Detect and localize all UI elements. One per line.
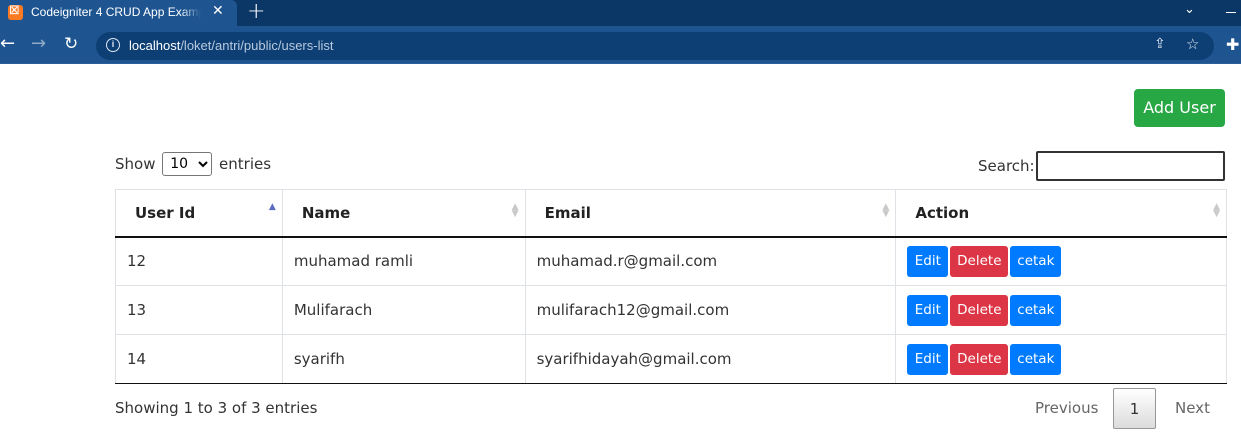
edit-button[interactable]: Edit: [907, 245, 949, 277]
forward-arrow-icon[interactable]: →: [31, 33, 46, 55]
url-host: localhost: [129, 38, 181, 53]
search-input[interactable]: [1036, 151, 1225, 181]
pagination-page-1[interactable]: 1: [1113, 388, 1156, 429]
print-button[interactable]: cetak: [1010, 294, 1062, 326]
column-label: Name: [301, 203, 351, 222]
table-info: Showing 1 to 3 of 3 entries: [115, 399, 318, 417]
column-header-user-id[interactable]: User Id ▲: [115, 189, 283, 238]
search-control: Search:: [978, 151, 1225, 181]
edit-button[interactable]: Edit: [907, 343, 949, 375]
sort-icon: ▲ ▼: [882, 202, 890, 219]
delete-button[interactable]: Delete: [950, 294, 1009, 326]
length-suffix: entries: [219, 155, 272, 173]
cell-user-id: 14: [115, 334, 283, 384]
edit-button[interactable]: Edit: [907, 294, 949, 326]
delete-button[interactable]: Delete: [950, 343, 1009, 375]
column-header-name[interactable]: Name ▲ ▼: [281, 189, 526, 238]
column-label: User Id: [135, 203, 196, 222]
cell-name: Mulifarach: [281, 285, 526, 335]
cell-name: syarifh: [281, 334, 526, 384]
cell-name: muhamad ramli: [281, 236, 526, 286]
entries-length-select[interactable]: 10: [162, 152, 213, 176]
sort-icon: ▲ ▼: [511, 202, 519, 219]
table-row: 12 muhamad ramli muhamad.r@gmail.com Edi…: [115, 236, 1227, 286]
sort-icon: ▲ ▼: [1213, 202, 1220, 219]
cell-email: muhamad.r@gmail.com: [524, 236, 897, 286]
pagination-next[interactable]: Next: [1175, 388, 1210, 429]
table-row: 14 syarifh syarifhidayah@gmail.com Edit D…: [115, 334, 1227, 384]
column-label: Action: [915, 203, 970, 222]
info-icon[interactable]: i: [106, 38, 120, 52]
close-icon[interactable]: ✕: [212, 3, 224, 19]
minimize-icon[interactable]: [1226, 12, 1236, 13]
table-row: 13 Mulifarach mulifarach12@gmail.com Edi…: [115, 285, 1227, 335]
search-label: Search:: [978, 157, 1035, 175]
sort-icon: ▲: [268, 202, 276, 212]
puzzle-icon[interactable]: ✚: [1226, 35, 1239, 54]
column-label: Email: [544, 203, 591, 222]
cell-actions: Edit Delete cetak: [895, 236, 1227, 286]
column-header-action[interactable]: Action ▲ ▼: [895, 189, 1227, 238]
length-prefix: Show: [115, 155, 156, 173]
cell-email: syarifhidayah@gmail.com: [524, 334, 897, 384]
entries-length-control: Show 10 entries: [115, 152, 271, 176]
share-icon[interactable]: ⇪: [1154, 36, 1166, 52]
address-bar[interactable]: i localhost/loket/antri/public/users-lis…: [96, 32, 1214, 60]
star-icon[interactable]: ☆: [1186, 35, 1199, 53]
tab-strip: Codeigniter 4 CRUD App Example ✕ + ⌄: [0, 0, 1241, 26]
back-arrow-icon[interactable]: ←: [0, 33, 15, 55]
cell-user-id: 12: [115, 236, 283, 286]
browser-tab[interactable]: Codeigniter 4 CRUD App Example ✕: [0, 0, 237, 26]
reload-icon[interactable]: ↻: [64, 33, 78, 55]
add-user-button[interactable]: Add User: [1134, 89, 1225, 127]
url-text[interactable]: localhost/loket/antri/public/users-list: [129, 38, 333, 53]
browser-toolbar: ← → ↻ i localhost/loket/antri/public/use…: [0, 26, 1241, 64]
table-header-row: User Id ▲ Name ▲ ▼ Email ▲ ▼ Action ▲ ▼: [115, 189, 1227, 238]
print-button[interactable]: cetak: [1010, 245, 1062, 277]
cell-user-id: 13: [115, 285, 283, 335]
delete-button[interactable]: Delete: [950, 245, 1009, 277]
plus-icon[interactable]: +: [247, 0, 265, 24]
cell-actions: Edit Delete cetak: [895, 334, 1227, 384]
print-button[interactable]: cetak: [1010, 343, 1062, 375]
chevron-down-icon[interactable]: ⌄: [1184, 2, 1195, 17]
url-path: /loket/antri/public/users-list: [180, 38, 334, 53]
tab-title: Codeigniter 4 CRUD App Example: [31, 5, 201, 19]
pagination-previous[interactable]: Previous: [1035, 388, 1098, 429]
xampp-favicon-icon: [8, 3, 23, 20]
users-table: User Id ▲ Name ▲ ▼ Email ▲ ▼ Action ▲ ▼ 12 muha…: [115, 189, 1227, 384]
cell-actions: Edit Delete cetak: [895, 285, 1227, 335]
column-header-email[interactable]: Email ▲ ▼: [524, 189, 897, 238]
cell-email: mulifarach12@gmail.com: [524, 285, 897, 335]
